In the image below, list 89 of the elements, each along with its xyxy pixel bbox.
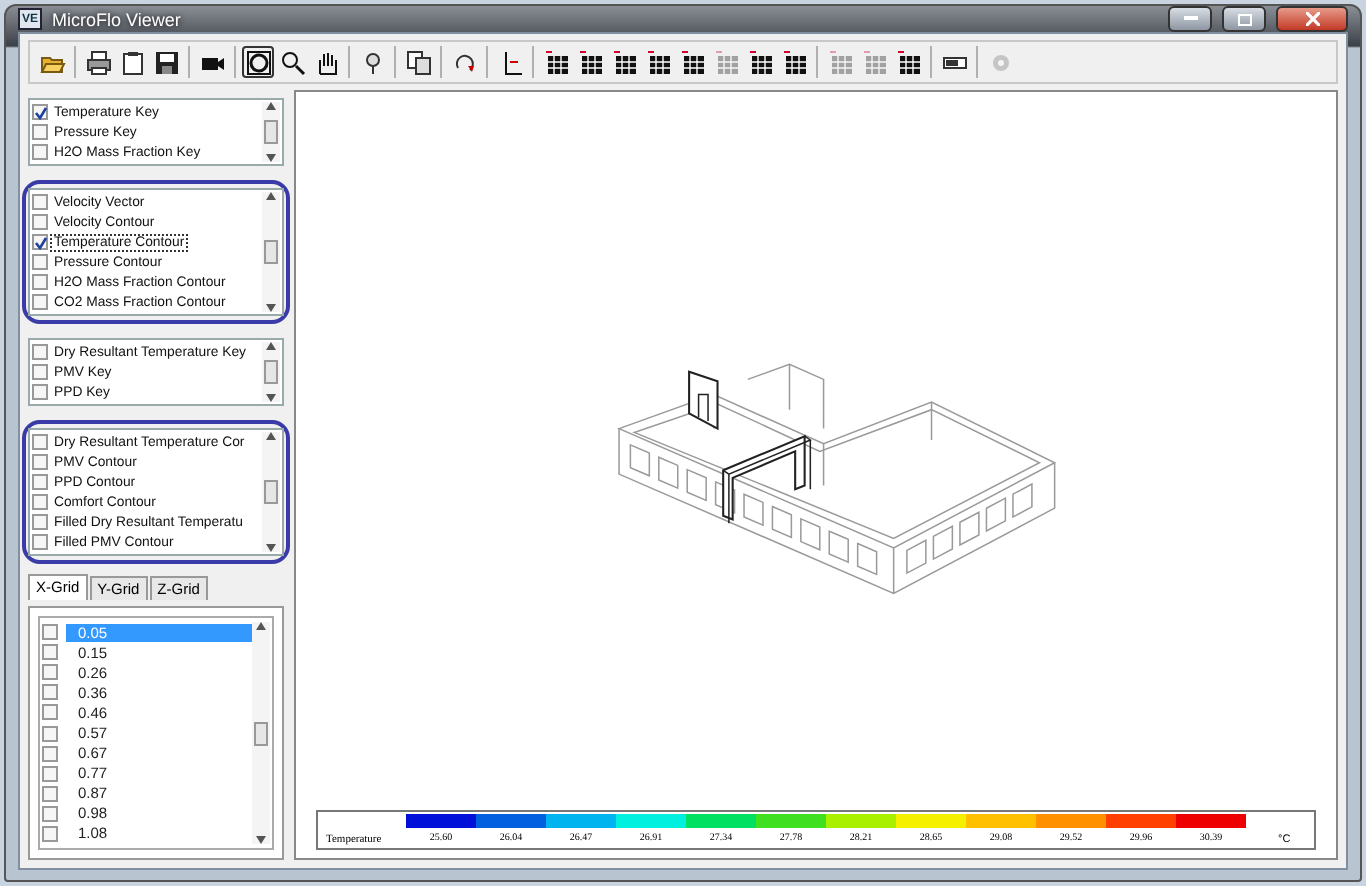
grid-icon [679,49,705,75]
checkbox[interactable] [32,214,48,230]
copy-icon [405,49,431,75]
grid-icon [713,49,739,75]
toolbar-button[interactable] [778,46,810,78]
window-title: MicroFlo Viewer [52,9,183,29]
toolbar-button[interactable] [402,46,434,78]
checkbox[interactable] [32,254,48,270]
toolbar-button[interactable] [82,46,114,78]
maximize-button[interactable] [1222,6,1266,32]
toolbar-button[interactable] [892,46,924,78]
scroll-up-icon[interactable] [266,192,276,200]
save-icon [153,49,179,75]
hand-icon [313,49,339,75]
scroll-thumb[interactable] [254,721,268,746]
close-icon [1305,12,1319,26]
checkbox[interactable] [42,684,58,701]
checkbox[interactable] [32,494,48,510]
checkbox[interactable] [32,534,48,550]
checkbox[interactable] [32,434,48,450]
checkbox[interactable] [42,644,58,661]
checkbox[interactable] [32,294,48,310]
settings-icon [987,49,1013,75]
maximize-icon [1237,13,1251,25]
toolbar-button[interactable] [676,46,708,78]
checkbox[interactable] [32,344,48,360]
grid-icon [781,49,807,75]
grid-icon [895,49,921,75]
toolbar-button[interactable] [642,46,674,78]
close-button[interactable] [1276,6,1348,32]
scroll-bar[interactable] [252,622,270,845]
checkbox[interactable] [42,745,58,762]
checkbox[interactable] [42,825,58,842]
checkbox[interactable] [32,104,48,120]
rotate-icon [451,49,477,75]
zoom-icon [279,49,305,75]
grid-icon [577,49,603,75]
grid-icon [645,49,671,75]
zoom-fit-icon [245,49,271,75]
scroll-down-icon[interactable] [256,836,266,845]
checkbox[interactable] [42,785,58,802]
checkbox[interactable] [42,704,58,721]
scroll-up-icon[interactable] [266,342,276,350]
checkbox[interactable] [32,194,48,210]
checkbox[interactable] [32,454,48,470]
grid-icon [861,49,887,75]
scroll-bar[interactable] [262,342,280,402]
checkbox[interactable] [42,765,58,782]
scroll-thumb[interactable] [264,360,278,384]
checkbox[interactable] [32,384,48,400]
toolbar-button[interactable] [744,46,776,78]
scroll-bar[interactable] [262,102,280,162]
scroll-down-icon[interactable] [266,154,276,162]
checkbox[interactable] [32,274,48,290]
scroll-up-icon[interactable] [266,102,276,110]
scroll-down-icon[interactable] [266,394,276,402]
checkbox[interactable] [32,234,48,250]
toolbar-button[interactable] [540,46,572,78]
checkbox[interactable] [32,474,48,490]
checkbox[interactable] [32,364,48,380]
scroll-thumb[interactable] [264,120,278,144]
scroll-thumb[interactable] [264,480,278,504]
scroll-down-icon[interactable] [266,304,276,312]
clipboard-icon [119,49,145,75]
minimize-button[interactable] [1168,6,1212,32]
minimize-icon [1183,16,1197,22]
checkbox[interactable] [32,514,48,530]
toolbar-button[interactable] [276,46,308,78]
printer-icon [85,49,111,75]
scroll-bar[interactable] [262,192,280,312]
toolbar-button[interactable] [150,46,182,78]
checkbox[interactable] [42,664,58,681]
scroll-up-icon[interactable] [266,432,276,440]
checkbox[interactable] [42,624,58,641]
scroll-bar[interactable] [262,432,280,552]
checkbox[interactable] [32,124,48,140]
grid-icon [747,49,773,75]
checkbox[interactable] [42,725,58,742]
scroll-down-icon[interactable] [266,544,276,552]
toolbar-button[interactable] [242,46,274,78]
scroll-up-icon[interactable] [256,622,266,630]
grid-icon [543,49,569,75]
checkbox[interactable] [42,805,58,822]
toolbar-button[interactable] [608,46,640,78]
grid-icon [611,49,637,75]
grid-icon [827,49,853,75]
toolbar-button[interactable] [574,46,606,78]
scroll-thumb[interactable] [264,240,278,264]
checkbox[interactable] [32,144,48,160]
